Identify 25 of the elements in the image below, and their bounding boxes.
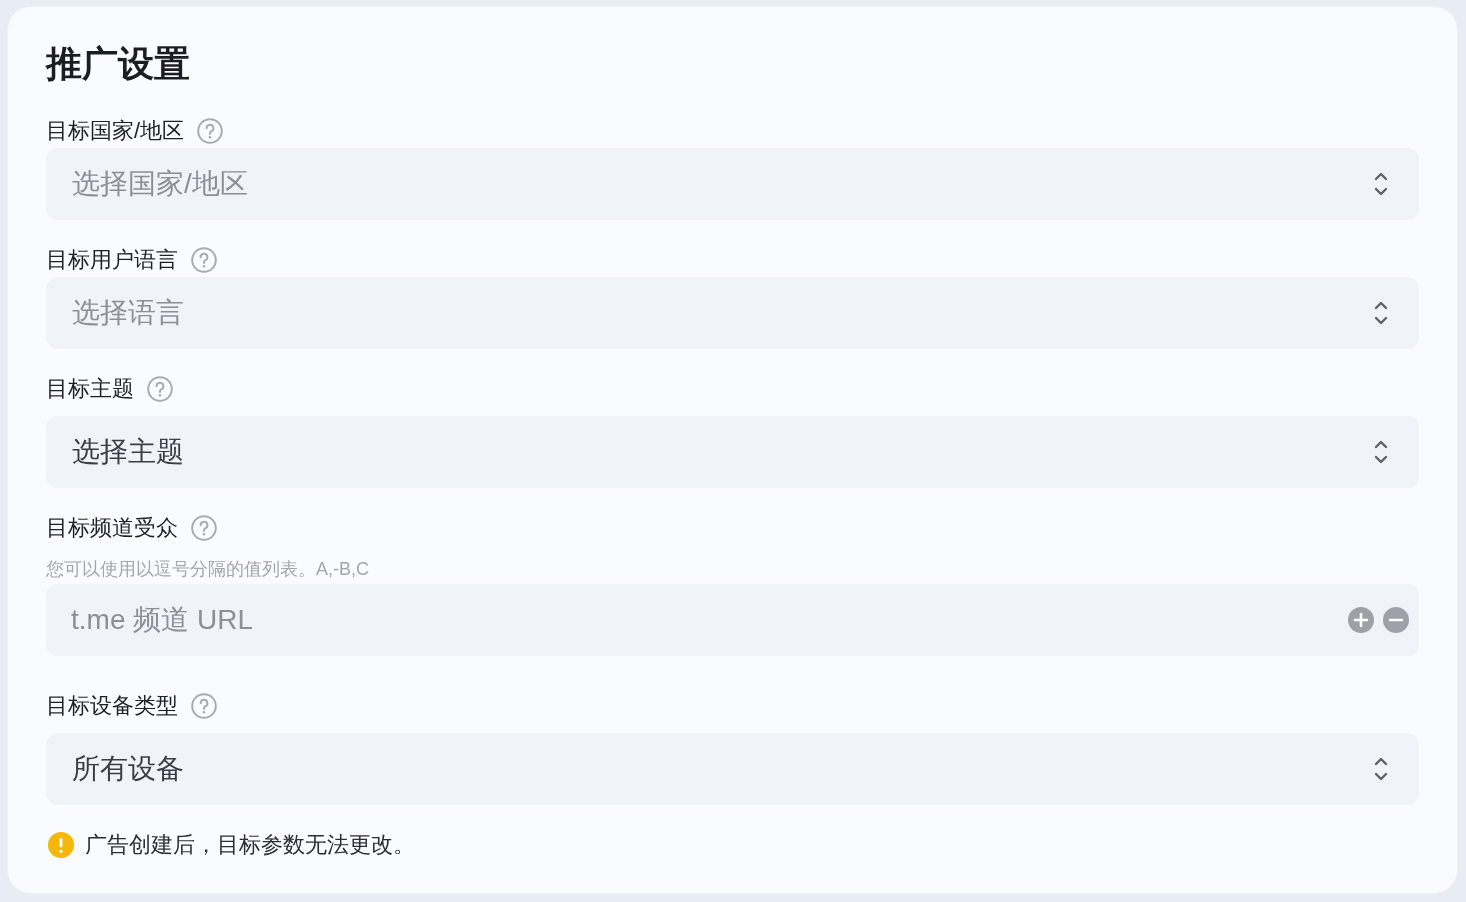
field-label: 目标频道受众	[46, 514, 178, 542]
card-title: 推广设置	[46, 42, 191, 86]
help-icon[interactable]	[197, 118, 224, 144]
field-label: 目标用户语言	[46, 246, 178, 274]
help-icon[interactable]	[191, 247, 217, 273]
warning-icon	[48, 832, 74, 858]
add-button[interactable]	[1348, 607, 1374, 633]
select-field[interactable]: 所有设备	[46, 733, 1419, 805]
help-icon[interactable]	[191, 515, 217, 541]
up-down-chevron-icon	[1374, 170, 1388, 198]
notice-text: 广告创建后，目标参数无法更改。	[85, 831, 415, 859]
field-label: 目标设备类型	[46, 692, 178, 720]
remove-button[interactable]	[1383, 607, 1409, 633]
plus-icon	[1348, 607, 1374, 633]
field-label: 目标国家/地区	[46, 117, 185, 145]
field-hint: 您可以使用以逗号分隔的值列表。A,-B,C	[46, 558, 370, 581]
url-input-field[interactable]: t.me 频道 URL	[46, 584, 1419, 656]
select-field[interactable]: 选择主题	[46, 416, 1419, 488]
minus-icon	[1383, 607, 1409, 633]
up-down-chevron-icon	[1374, 755, 1388, 783]
up-down-chevron-icon	[1374, 299, 1388, 327]
help-icon[interactable]	[147, 376, 173, 402]
help-icon[interactable]	[191, 693, 217, 719]
field-label: 目标主题	[46, 375, 134, 403]
up-down-chevron-icon	[1374, 438, 1388, 466]
